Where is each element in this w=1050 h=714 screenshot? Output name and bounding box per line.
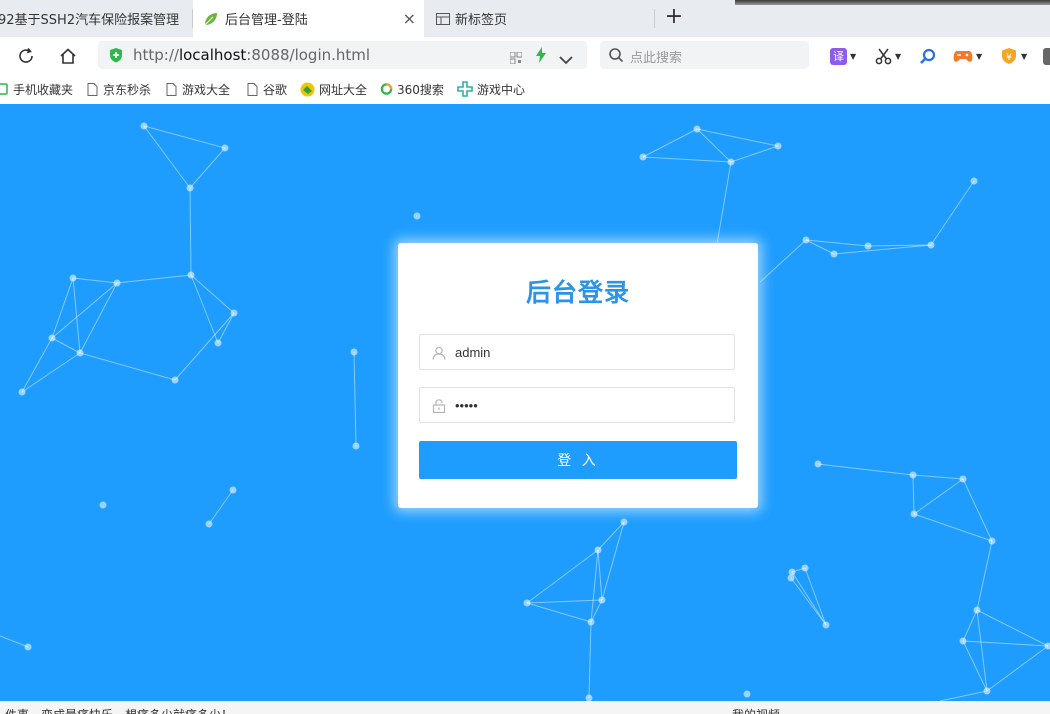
tab-title: 新标签页 (455, 13, 508, 28)
new-tab-button[interactable]: + (662, 5, 686, 29)
page-icon (165, 82, 178, 96)
login-button[interactable]: 登 入 (419, 441, 737, 479)
reload-icon (19, 47, 33, 63)
bookmark-google[interactable]: 谷歌 (246, 81, 287, 97)
caret-icon: ▼ (850, 51, 857, 61)
page-icon (86, 82, 99, 96)
scissors-icon (875, 48, 892, 64)
magnifier-icon (920, 48, 936, 64)
lock-icon (432, 398, 446, 414)
translate-button[interactable]: 译 ▼ (830, 45, 856, 67)
browser-nav-bar: http://localhost:8088/login.html 点此搜索 译 … (0, 37, 1050, 74)
svg-text:¥: ¥ (1006, 53, 1012, 63)
shield-icon (108, 47, 124, 67)
game-button[interactable]: ▼ (953, 45, 982, 67)
address-bar[interactable]: http://localhost:8088/login.html (98, 41, 587, 69)
search-box[interactable]: 点此搜索 (600, 41, 809, 69)
chevron-down-icon[interactable] (559, 50, 573, 69)
tab-title: 92基于SSH2汽车保险报案管理 (0, 13, 180, 28)
table-icon (436, 12, 450, 25)
magnifier-button[interactable] (919, 45, 936, 67)
lightning-icon[interactable] (535, 47, 547, 67)
translate-icon: 译 (830, 47, 847, 65)
window-shadow (735, 0, 1050, 5)
leaf-icon (203, 11, 219, 27)
reload-button[interactable] (13, 43, 39, 69)
url-text: http://localhost:8088/login.html (133, 46, 371, 64)
login-title: 后台登录 (525, 278, 630, 307)
password-input[interactable] (455, 388, 725, 422)
status-news-ticker[interactable]: 件事，变成最痛快乐，想痛多少就痛多少！ (5, 706, 233, 714)
page-icon (246, 82, 259, 96)
home-icon (60, 48, 76, 64)
bookmark-mobile-favorites[interactable]: 手机收藏夹 (0, 81, 73, 97)
tab-new-tab[interactable]: 新标签页 (424, 0, 654, 37)
wallet-button[interactable]: ¥ ▼ (1000, 45, 1027, 67)
bookmark-game-center[interactable]: 游戏中心 (457, 81, 525, 97)
bookmark-jd-flash-sale[interactable]: 京东秒杀 (86, 81, 151, 97)
close-icon[interactable]: × (403, 9, 416, 28)
game-center-icon (457, 81, 473, 97)
bookmark-web-directory[interactable]: 网址大全 (300, 81, 367, 97)
user-icon (432, 345, 446, 360)
web-directory-icon (300, 82, 315, 97)
folder-icon (0, 82, 9, 96)
username-field[interactable] (419, 334, 735, 370)
status-my-videos[interactable]: 我的视频 (732, 706, 780, 714)
search-placeholder: 点此搜索 (630, 51, 683, 66)
tab-insurance-system[interactable]: 92基于SSH2汽车保险报案管理 (0, 0, 192, 37)
extension-button[interactable] (1043, 45, 1050, 67)
coin-shield-icon: ¥ (1002, 48, 1016, 64)
login-card: 后台登录 登 入 (398, 243, 758, 508)
caret-icon: ▼ (1021, 51, 1028, 61)
browser-status-bar: 件事，变成最痛快乐，想痛多少就痛多少！ 我的视频 (0, 701, 1050, 714)
bookmarks-bar: 手机收藏夹 京东秒杀 游戏大全 谷歌 网址大全 360搜索 游戏中心 (0, 74, 1050, 105)
bookmark-360-search[interactable]: 360搜索 (380, 81, 444, 97)
tab-admin-login[interactable]: 后台管理-登陆 × (193, 0, 424, 37)
bookmark-games[interactable]: 游戏大全 (165, 81, 230, 97)
username-input[interactable] (455, 335, 725, 369)
tab-title: 后台管理-登陆 (225, 13, 308, 28)
login-page-background: 后台登录 登 入 (0, 104, 1050, 701)
screenshot-button[interactable]: ▼ (875, 45, 901, 67)
search-icon (608, 47, 624, 67)
search-engine-icon (380, 82, 393, 96)
gamepad-icon (953, 51, 973, 62)
caret-icon: ▼ (976, 51, 983, 61)
browser-tab-bar: 92基于SSH2汽车保险报案管理 后台管理-登陆 × 新标签页 + (0, 0, 1050, 37)
extension-icon (1043, 47, 1050, 65)
password-field[interactable] (419, 387, 735, 423)
qr-code-icon[interactable] (509, 49, 523, 68)
home-button[interactable] (55, 43, 81, 69)
caret-icon: ▼ (895, 51, 902, 61)
